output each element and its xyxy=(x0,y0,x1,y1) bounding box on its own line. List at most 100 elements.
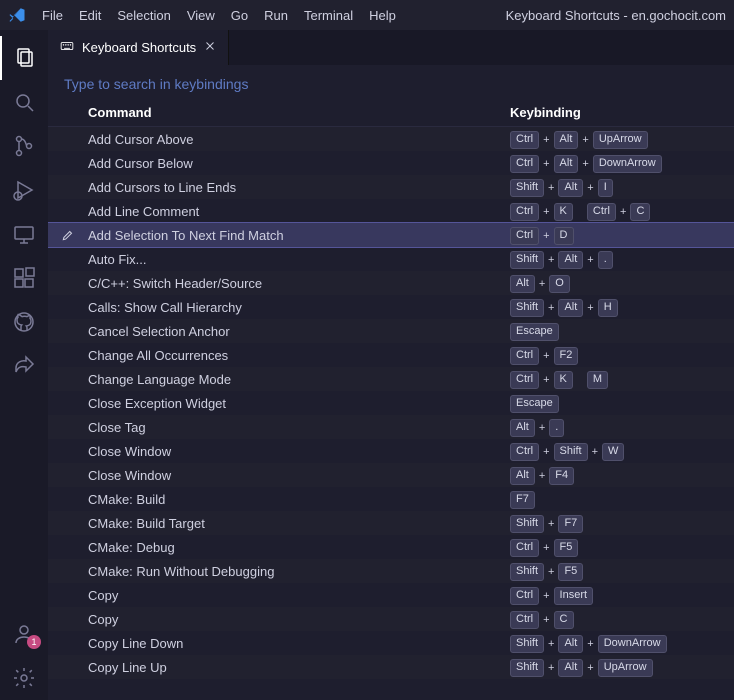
keybinding-row[interactable]: Close WindowAlt+F4 xyxy=(48,463,734,487)
column-keybinding-header[interactable]: Keybinding xyxy=(510,105,734,120)
key-cap: K xyxy=(554,203,573,221)
titlebar: FileEditSelectionViewGoRunTerminalHelp K… xyxy=(0,0,734,30)
menu-terminal[interactable]: Terminal xyxy=(296,4,361,27)
keybinding-cell: Ctrl+Shift+W xyxy=(510,442,734,461)
accounts-badge: 1 xyxy=(27,635,41,649)
key-cap: F5 xyxy=(554,539,579,557)
tab-keyboard-shortcuts[interactable]: Keyboard Shortcuts xyxy=(48,30,229,65)
keybinding-cell: Ctrl+D xyxy=(510,226,734,245)
keybinding-cell: Ctrl+KCtrl+C xyxy=(510,202,734,221)
keybinding-search-input[interactable] xyxy=(62,75,720,93)
menu-selection[interactable]: Selection xyxy=(109,4,178,27)
keybinding-cell: Ctrl+C xyxy=(510,610,734,629)
key-cap: Shift xyxy=(510,563,544,581)
edit-keybinding-icon[interactable] xyxy=(48,228,88,242)
keybinding-row[interactable]: CopyCtrl+Insert xyxy=(48,583,734,607)
menu-file[interactable]: File xyxy=(34,4,71,27)
key-cap: F7 xyxy=(558,515,583,533)
key-cap: C xyxy=(630,203,650,221)
keybinding-row[interactable]: Add Cursor BelowCtrl+Alt+DownArrow xyxy=(48,151,734,175)
key-cap: Alt xyxy=(558,251,583,269)
activity-github-icon[interactable] xyxy=(0,300,48,344)
command-cell: Change Language Mode xyxy=(88,372,510,387)
key-cap: Shift xyxy=(554,443,588,461)
command-cell: Copy xyxy=(88,588,510,603)
keybinding-cell: F7 xyxy=(510,490,734,509)
keybinding-row[interactable]: Add Selection To Next Find MatchCtrl+D xyxy=(48,223,734,247)
key-cap: Shift xyxy=(510,659,544,677)
key-cap: DownArrow xyxy=(593,155,662,173)
key-cap: I xyxy=(598,179,613,197)
key-cap: Ctrl xyxy=(510,347,539,365)
key-cap: Ctrl xyxy=(587,203,616,221)
keybinding-cell: Escape xyxy=(510,322,734,341)
keybinding-row[interactable]: Cancel Selection AnchorEscape xyxy=(48,319,734,343)
column-command-header[interactable]: Command xyxy=(88,105,510,120)
key-cap: Ctrl xyxy=(510,611,539,629)
activity-explorer-icon[interactable] xyxy=(0,36,48,80)
keybinding-row[interactable]: C/C++: Switch Header/SourceAlt+O xyxy=(48,271,734,295)
keybinding-row[interactable]: Close WindowCtrl+Shift+W xyxy=(48,439,734,463)
command-cell: CMake: Build xyxy=(88,492,510,507)
keybinding-cell: Alt+F4 xyxy=(510,466,734,485)
activity-source-control-icon[interactable] xyxy=(0,124,48,168)
menu-help[interactable]: Help xyxy=(361,4,404,27)
menu-run[interactable]: Run xyxy=(256,4,296,27)
activity-run-debug-icon[interactable] xyxy=(0,168,48,212)
key-cap: Alt xyxy=(558,635,583,653)
keybinding-row[interactable]: Add Cursor AboveCtrl+Alt+UpArrow xyxy=(48,127,734,151)
activity-extensions-icon[interactable] xyxy=(0,256,48,300)
keybinding-cell: Shift+Alt+DownArrow xyxy=(510,634,734,653)
command-cell: Auto Fix... xyxy=(88,252,510,267)
key-cap: H xyxy=(598,299,618,317)
key-cap: . xyxy=(598,251,613,269)
keybinding-row[interactable]: CMake: Build TargetShift+F7 xyxy=(48,511,734,535)
keybinding-row[interactable]: CMake: DebugCtrl+F5 xyxy=(48,535,734,559)
key-cap: Shift xyxy=(510,635,544,653)
activity-accounts-icon[interactable]: 1 xyxy=(0,612,48,656)
keyboard-icon xyxy=(60,39,74,56)
key-cap: M xyxy=(587,371,608,389)
keybinding-row[interactable]: Add Line CommentCtrl+KCtrl+C xyxy=(48,199,734,223)
keybinding-row[interactable]: Close Exception WidgetEscape xyxy=(48,391,734,415)
activity-search-icon[interactable] xyxy=(0,80,48,124)
window-title: Keyboard Shortcuts - en.gochocit.com xyxy=(506,8,726,23)
key-cap: O xyxy=(549,275,570,293)
keybinding-cell: Shift+F5 xyxy=(510,562,734,581)
key-cap: F7 xyxy=(510,491,535,509)
editor-tabs: Keyboard Shortcuts xyxy=(48,30,734,65)
key-cap: UpArrow xyxy=(593,131,648,149)
key-cap: Shift xyxy=(510,251,544,269)
key-cap: Escape xyxy=(510,323,559,341)
tab-label: Keyboard Shortcuts xyxy=(82,40,196,55)
keybinding-row[interactable]: Calls: Show Call HierarchyShift+Alt+H xyxy=(48,295,734,319)
key-cap: Alt xyxy=(510,467,535,485)
menu-go[interactable]: Go xyxy=(223,4,256,27)
activity-bar: 1 xyxy=(0,30,48,700)
activity-share-icon[interactable] xyxy=(0,344,48,388)
command-cell: Close Tag xyxy=(88,420,510,435)
command-cell: Close Window xyxy=(88,468,510,483)
keybinding-row[interactable]: Change Language ModeCtrl+KM xyxy=(48,367,734,391)
keybinding-row[interactable]: Copy Line UpShift+Alt+UpArrow xyxy=(48,655,734,679)
keybinding-row[interactable]: Copy Line DownShift+Alt+DownArrow xyxy=(48,631,734,655)
keybinding-row[interactable]: Change All OccurrencesCtrl+F2 xyxy=(48,343,734,367)
keybinding-row[interactable]: CMake: Run Without DebuggingShift+F5 xyxy=(48,559,734,583)
activity-remote-icon[interactable] xyxy=(0,212,48,256)
keybinding-cell: Ctrl+Alt+UpArrow xyxy=(510,130,734,149)
keybinding-cell: Alt+. xyxy=(510,418,734,437)
activity-settings-icon[interactable] xyxy=(0,656,48,700)
keybinding-row[interactable]: Auto Fix...Shift+Alt+. xyxy=(48,247,734,271)
close-icon[interactable] xyxy=(204,40,216,55)
key-cap: Alt xyxy=(558,659,583,677)
editor-area: Keyboard Shortcuts Command Keybinding Ad… xyxy=(48,30,734,700)
keybinding-row[interactable]: Add Cursors to Line EndsShift+Alt+I xyxy=(48,175,734,199)
key-cap: W xyxy=(602,443,624,461)
menu-view[interactable]: View xyxy=(179,4,223,27)
keybinding-row[interactable]: CopyCtrl+C xyxy=(48,607,734,631)
vscode-logo-icon xyxy=(8,6,26,24)
keybinding-row[interactable]: CMake: BuildF7 xyxy=(48,487,734,511)
menu-edit[interactable]: Edit xyxy=(71,4,109,27)
keybinding-row[interactable]: Close TagAlt+. xyxy=(48,415,734,439)
key-cap: UpArrow xyxy=(598,659,653,677)
